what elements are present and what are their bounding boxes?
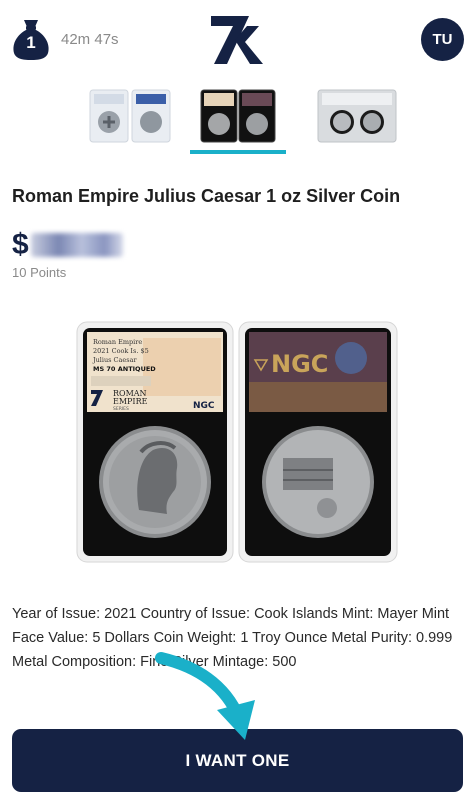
label-brand2: EMPIRE bbox=[113, 397, 148, 406]
bag-count: 1 bbox=[26, 33, 36, 52]
label-line4: MS 70 ANTIQUED bbox=[93, 365, 156, 373]
label-line3: Julius Caesar bbox=[92, 356, 137, 364]
thumbnail-strip bbox=[0, 86, 475, 156]
points-value: 10 Points bbox=[12, 265, 67, 280]
brand-logo[interactable] bbox=[209, 14, 265, 66]
label-line1: Roman Empire bbox=[93, 338, 142, 346]
user-avatar[interactable]: TU bbox=[421, 18, 464, 61]
header: 1 42m 47s TU bbox=[0, 0, 475, 80]
specs-line: Year of Issue: 2021 Country of Issue: Co… bbox=[12, 606, 450, 622]
thumb-coin-slab-black[interactable] bbox=[193, 86, 283, 146]
thumb-selected-indicator bbox=[190, 150, 286, 154]
i-want-one-button[interactable]: I WANT ONE bbox=[12, 729, 463, 792]
label-grader-right: NGC bbox=[271, 350, 328, 378]
thumb-coin-slab-grey[interactable] bbox=[312, 86, 402, 146]
label-line2: 2021 Cook Is. $5 bbox=[93, 347, 149, 355]
thumb-coin-slab-white[interactable] bbox=[86, 86, 176, 146]
price-hidden-value bbox=[30, 233, 123, 257]
label-brand3: SERIES bbox=[113, 406, 129, 412]
price: $ bbox=[12, 228, 123, 262]
specs-line: Face Value: 5 Dollars Coin Weight: 1 Tro… bbox=[12, 630, 453, 646]
product-specs: Year of Issue: 2021 Country of Issue: Co… bbox=[12, 602, 467, 674]
specs-line: Metal Composition: Fine Silver Mintage: … bbox=[12, 654, 297, 670]
label-grader-left: NGC bbox=[193, 401, 215, 411]
price-currency: $ bbox=[12, 228, 29, 261]
money-bag-icon[interactable]: 1 bbox=[11, 17, 51, 61]
countdown-timer: 42m 47s bbox=[61, 31, 119, 48]
product-title: Roman Empire Julius Caesar 1 oz Silver C… bbox=[12, 186, 401, 206]
product-image: Roman Empire 2021 Cook Is. $5 Julius Cae… bbox=[75, 320, 400, 565]
